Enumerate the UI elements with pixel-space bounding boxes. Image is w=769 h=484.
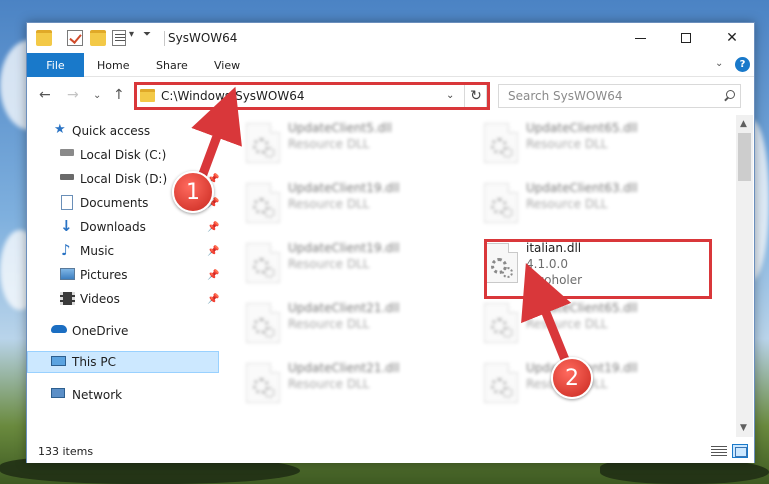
annotation-arrows xyxy=(191,86,575,377)
arrow-1 xyxy=(191,86,242,187)
step-badge-1: 1 xyxy=(172,171,214,213)
step-badge-2: 2 xyxy=(551,357,593,399)
